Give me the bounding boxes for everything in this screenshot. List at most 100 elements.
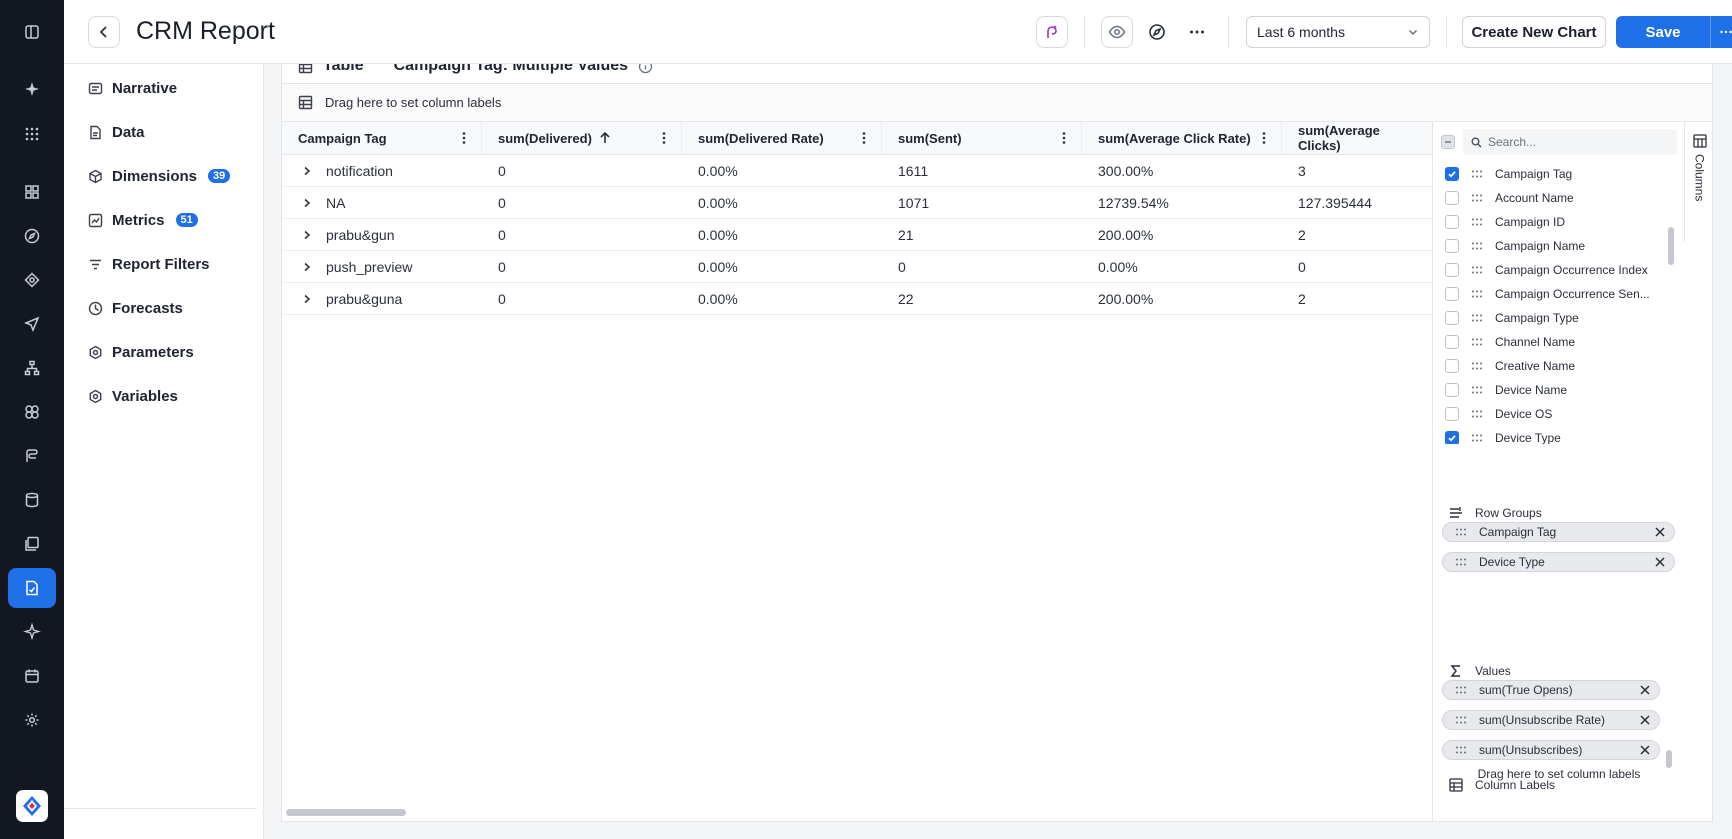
chevron-right-icon[interactable]	[302, 294, 312, 304]
column-list-item[interactable]: Channel Name	[1433, 330, 1669, 354]
checked-checkbox[interactable]	[1445, 431, 1459, 444]
drag-handle-icon[interactable]	[1471, 314, 1483, 322]
settings-icon[interactable]	[8, 700, 56, 740]
create-new-chart-button[interactable]: Create New Chart	[1462, 16, 1606, 48]
column-list-item[interactable]: Campaign Type	[1433, 306, 1669, 330]
checkbox[interactable]	[1445, 215, 1459, 229]
remove-icon[interactable]	[1639, 744, 1651, 756]
nav-item-report-filters[interactable]: Report Filters	[88, 252, 210, 276]
checkbox[interactable]	[1445, 311, 1459, 325]
value-chip[interactable]: sum(Unsubscribes)	[1442, 740, 1660, 760]
target-icon[interactable]	[8, 260, 56, 300]
column-list-item[interactable]: Device Name	[1433, 378, 1669, 402]
drag-handle-icon[interactable]	[1471, 242, 1483, 250]
column-menu-icon[interactable]	[1257, 131, 1271, 145]
info-icon[interactable]	[638, 64, 653, 74]
remove-icon[interactable]	[1639, 684, 1651, 696]
column-list-item[interactable]: Campaign Tag	[1433, 162, 1669, 186]
explore-compass-button[interactable]	[1141, 16, 1173, 48]
group-cell[interactable]: notification	[282, 155, 482, 186]
drag-handle-icon[interactable]	[1455, 716, 1467, 724]
column-header[interactable]: Campaign Tag	[282, 122, 482, 154]
column-list-item[interactable]: Campaign Name	[1433, 234, 1669, 258]
hierarchy-icon[interactable]	[8, 348, 56, 388]
remove-icon[interactable]	[1654, 526, 1666, 538]
drag-handle-icon[interactable]	[1471, 194, 1483, 202]
calendar-icon[interactable]	[8, 656, 56, 696]
collapse-sidebar-icon[interactable]	[8, 12, 56, 52]
table-row[interactable]: prabu&gun 0 0.00% 21 200.00% 2	[282, 219, 1432, 251]
column-menu-icon[interactable]	[1057, 131, 1071, 145]
scrollbar-thumb[interactable]	[286, 809, 406, 816]
save-button[interactable]: Save	[1616, 16, 1710, 48]
dashboard-icon[interactable]	[8, 172, 56, 212]
chevron-right-icon[interactable]	[302, 166, 312, 176]
column-labels-dropzone[interactable]: Drag here to set column labels	[1433, 767, 1685, 781]
checkbox[interactable]	[1445, 287, 1459, 301]
group-cell[interactable]: prabu&guna	[282, 283, 482, 314]
drag-handle-icon[interactable]	[1471, 170, 1483, 178]
table-row[interactable]: prabu&guna 0 0.00% 22 200.00% 2	[282, 283, 1432, 315]
column-header[interactable]: sum(Delivered)	[482, 122, 682, 154]
reports-icon[interactable]	[8, 568, 56, 608]
ai-assist-button[interactable]	[1036, 16, 1068, 48]
column-header[interactable]: sum(Average Clicks)	[1282, 122, 1432, 154]
remove-icon[interactable]	[1654, 556, 1666, 568]
compass-icon[interactable]	[8, 216, 56, 256]
group-cell[interactable]: prabu&gun	[282, 219, 482, 250]
column-header[interactable]: sum(Delivered Rate)	[682, 122, 882, 154]
chevron-right-icon[interactable]	[302, 230, 312, 240]
drag-handle-icon[interactable]	[1455, 746, 1467, 754]
column-list-item[interactable]: Campaign Occurrence Index	[1433, 258, 1669, 282]
column-list-item[interactable]: Campaign Occurrence Sen...	[1433, 282, 1669, 306]
drag-handle-icon[interactable]	[1471, 290, 1483, 298]
back-button[interactable]	[88, 16, 120, 48]
send-icon[interactable]	[8, 304, 56, 344]
table-row[interactable]: NA 0 0.00% 1071 12739.54% 127.395444	[282, 187, 1432, 219]
column-list-item[interactable]: Creative Name	[1433, 354, 1669, 378]
drag-handle-icon[interactable]	[1471, 386, 1483, 394]
column-list-item[interactable]: Device OS	[1433, 402, 1669, 426]
drag-handle-icon[interactable]	[1471, 362, 1483, 370]
remove-icon[interactable]	[1639, 714, 1651, 726]
column-header[interactable]: sum(Average Click Rate)	[1082, 122, 1282, 154]
chevron-right-icon[interactable]	[302, 198, 312, 208]
checkbox[interactable]	[1445, 383, 1459, 397]
nav-item-parameters[interactable]: Parameters	[88, 340, 194, 364]
nav-item-variables[interactable]: Variables	[88, 384, 178, 408]
column-search-input[interactable]: Search...	[1463, 129, 1677, 155]
database-icon[interactable]	[8, 480, 56, 520]
library-icon[interactable]	[8, 524, 56, 564]
drag-handle-icon[interactable]	[1471, 338, 1483, 346]
select-all-checkbox[interactable]	[1441, 135, 1455, 149]
group-cell[interactable]: push_preview	[282, 251, 482, 282]
nav-item-dimensions[interactable]: Dimensions 39	[88, 164, 231, 188]
drag-handle-icon[interactable]	[1471, 266, 1483, 274]
date-range-select[interactable]: Last 6 months	[1246, 16, 1430, 48]
drag-handle-icon[interactable]	[1471, 410, 1483, 418]
columns-side-tab[interactable]: Columns	[1684, 122, 1712, 242]
scrollbar-thumb[interactable]	[1666, 750, 1672, 768]
drag-handle-icon[interactable]	[1455, 558, 1467, 566]
column-list-item[interactable]: Device Type	[1433, 426, 1669, 444]
segments-icon[interactable]	[8, 392, 56, 432]
horizontal-scrollbar[interactable]	[284, 807, 1704, 817]
column-labels-dropzone[interactable]: Drag here to set column labels	[282, 83, 1712, 122]
scrollbar-thumb[interactable]	[1668, 227, 1674, 265]
drag-handle-icon[interactable]	[1471, 434, 1483, 442]
save-options-button[interactable]	[1710, 16, 1732, 48]
column-header[interactable]: sum(Sent)	[882, 122, 1082, 154]
group-cell[interactable]: NA	[282, 187, 482, 218]
nav-item-narrative[interactable]: Narrative	[88, 76, 177, 100]
checked-checkbox[interactable]	[1445, 167, 1459, 181]
column-menu-icon[interactable]	[657, 131, 671, 145]
preview-eye-button[interactable]	[1101, 16, 1133, 48]
value-chip[interactable]: sum(Unsubscribe Rate)	[1442, 710, 1660, 730]
apps-grid-icon[interactable]	[8, 114, 56, 154]
table-row[interactable]: push_preview 0 0.00% 0 0.00% 0	[282, 251, 1432, 283]
sparkle-icon[interactable]	[8, 70, 56, 110]
checkbox[interactable]	[1445, 239, 1459, 253]
more-options-button[interactable]	[1181, 16, 1213, 48]
drag-handle-icon[interactable]	[1455, 528, 1467, 536]
checkbox[interactable]	[1445, 191, 1459, 205]
